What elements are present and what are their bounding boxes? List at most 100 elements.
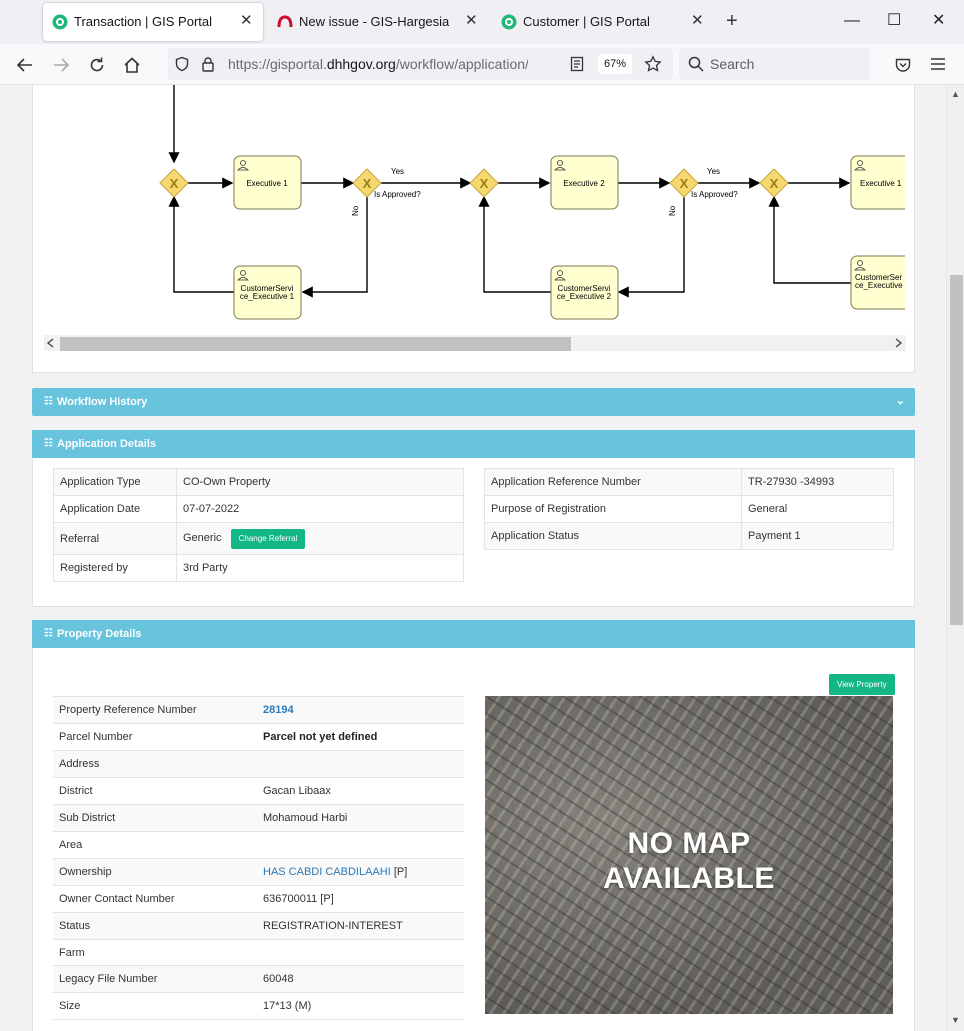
workflow-history-header[interactable]: ☷ Workflow History ⌄ [32,388,915,416]
field-label: Area [53,831,257,859]
owner-link[interactable]: HAS CABDI CABDILAAHI [263,866,391,878]
field-value: General [741,495,894,523]
svg-text:X: X [363,176,372,191]
diagram-horizontal-scrollbar[interactable] [44,335,906,351]
table-row: Application Type CO-Own Property [53,468,464,496]
bookmark-star-icon[interactable] [644,55,662,73]
is-approved-label: Is Approved? [374,190,421,199]
application-details-header[interactable]: ☷ Application Details [32,430,915,458]
section-title: Property Details [57,628,142,640]
field-label: Status [53,912,257,940]
is-approved-label: Is Approved? [691,190,738,199]
lock-icon[interactable] [201,56,215,72]
list-icon: ☷ [44,438,53,449]
field-label: Application Status [484,522,742,550]
application-right-table: Application Reference Number TR-27930 -3… [484,468,894,550]
reload-icon[interactable] [86,54,108,76]
zoom-level[interactable]: 67% [598,54,632,74]
close-window-icon[interactable]: ✕ [932,12,945,30]
field-label: Address [53,750,257,778]
shield-icon[interactable] [174,56,190,72]
application-left-table: Application Type CO-Own Property Applica… [53,468,464,582]
reader-view-icon[interactable] [570,56,584,72]
tab-close-icon[interactable]: ✕ [240,13,253,29]
chevron-down-icon[interactable]: ⌄ [896,394,905,407]
forward-arrow-icon[interactable] [50,54,72,76]
gis-portal-favicon-icon [52,14,68,30]
page-vertical-scrollbar[interactable]: ▲ ▼ [946,85,964,1031]
task-executive-2[interactable]: Executive 2 [550,155,619,210]
tab-close-icon[interactable]: ✕ [691,13,704,29]
browser-nav-bar: https://gisportal.dhhgov.org/workflow/ap… [0,44,964,85]
field-value: Payment 1 [741,522,894,550]
task-customer-service-executive-2[interactable]: CustomerServi ce_Executive 2 [550,265,619,320]
search-box[interactable]: Search [679,48,870,80]
table-row: Area [53,831,464,859]
field-value: Generic Change Referral [176,522,464,555]
pocket-icon[interactable] [894,56,912,74]
no-label: No [351,205,360,216]
task-customer-service-executive-1[interactable]: CustomerServi ce_Executive 1 [233,265,302,320]
gateway-3[interactable]: X [469,168,499,198]
task-executive-1[interactable]: Executive 1 [233,155,302,210]
owner-suffix: [P] [393,866,408,878]
svg-text:X: X [680,176,689,191]
list-icon: ☷ [44,628,53,639]
property-map-placeholder: NO MAP AVAILABLE [485,696,893,1014]
svg-text:ce_Executive: ce_Executive [855,281,903,290]
scrollbar-thumb [60,337,571,351]
url-text[interactable]: https://gisportal.dhhgov.org/workflow/ap… [228,56,528,72]
browser-tab-transaction[interactable]: Transaction | GIS Portal ✕ [43,3,263,41]
minimize-icon[interactable]: — [844,12,860,30]
no-label: No [668,205,677,216]
table-row: District Gacan Libaax [53,777,464,805]
table-row: Registered by 3rd Party [53,554,464,582]
yes-label: Yes [707,167,720,176]
task-customer-service-executive-3[interactable]: CustomerSer ce_Executive [850,255,916,310]
gateway-1[interactable]: X [159,168,189,198]
field-label: Property Reference Number [53,696,257,724]
page-viewport: X X X X X Executive 1 Executive 2 Execut… [0,85,946,1031]
field-label: Parcel Number [53,723,257,751]
field-value: REGISTRATION-INTEREST [257,912,464,940]
table-row: Address [53,750,464,778]
table-row: Size 17*13 (M) [53,992,464,1020]
tab-close-icon[interactable]: ✕ [465,13,478,29]
task-executive-3[interactable]: Executive 1 [850,155,916,210]
property-reference-link[interactable]: 28194 [263,704,294,716]
change-referral-button[interactable]: Change Referral [230,528,306,549]
table-row: Referral Generic Change Referral [53,522,464,555]
gateway-5[interactable]: X [759,168,789,198]
list-icon: ☷ [44,396,53,407]
field-label: District [53,777,257,805]
scrollbar-thumb[interactable] [950,275,963,625]
maximize-icon[interactable]: ☐ [887,12,901,30]
view-property-button[interactable]: View Property [829,674,895,695]
table-row: Legacy File Number 60048 [53,965,464,993]
field-value: Parcel not yet defined [257,723,464,751]
new-tab-plus-icon[interactable]: + [726,11,738,31]
field-label: Ownership [53,858,257,886]
field-value: Mohamoud Harbi [257,804,464,832]
search-placeholder: Search [710,56,755,72]
browser-tab-new-issue[interactable]: New issue - GIS-Hargesia - Team ✕ [268,3,488,41]
scroll-down-icon[interactable]: ▼ [951,1015,960,1025]
scroll-up-icon[interactable]: ▲ [951,89,960,99]
menu-hamburger-icon[interactable] [930,57,946,71]
property-table: Property Reference Number 28194 Parcel N… [53,696,464,1020]
back-arrow-icon[interactable] [14,54,36,76]
table-row: Owner Contact Number 636700011 [P] [53,885,464,913]
home-icon[interactable] [121,54,143,76]
no-map-available-text: NO MAP AVAILABLE [603,827,775,895]
table-row: Application Date 07-07-2022 [53,495,464,523]
address-bar[interactable]: https://gisportal.dhhgov.org/workflow/ap… [168,48,673,80]
field-label: Application Type [53,468,177,496]
tab-title: Transaction | GIS Portal [74,14,213,29]
browser-tab-customer[interactable]: Customer | GIS Portal ✕ [492,3,717,41]
field-label: Purpose of Registration [484,495,742,523]
field-value [257,939,464,966]
field-value: 07-07-2022 [176,495,464,523]
property-details-header[interactable]: ☷ Property Details [32,620,915,648]
svg-text:X: X [170,176,179,191]
field-value: HAS CABDI CABDILAAHI [P] [257,858,464,886]
